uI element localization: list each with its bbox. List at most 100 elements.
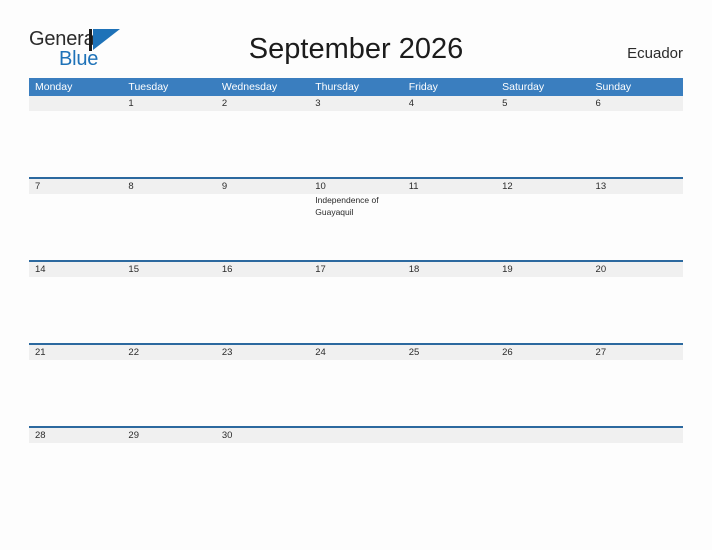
day-cell[interactable] [309,277,402,343]
day-number[interactable]: 16 [216,262,309,277]
day-cell[interactable] [29,360,122,426]
week-event-body [29,360,683,426]
day-number[interactable]: 20 [590,262,683,277]
day-cell[interactable] [122,194,215,260]
day-cell[interactable] [122,360,215,426]
week-date-band: 21 22 23 24 25 26 27 [29,343,683,360]
day-of-week-header: Thursday [315,81,360,93]
calendar-grid: Monday Tuesday Wednesday Thursday Friday Satu… [29,78,683,495]
day-number[interactable] [403,428,496,443]
day-cell[interactable] [496,111,589,177]
day-of-week-header: Monday [35,81,73,93]
week-event-body: Independence of Guayaquil [29,194,683,260]
day-number[interactable]: 7 [29,179,122,194]
week-event-body [29,277,683,343]
day-of-week-header: Tuesday [128,81,169,93]
day-cell[interactable] [216,443,309,495]
day-cell[interactable] [496,443,589,495]
day-cell[interactable]: Independence of Guayaquil [309,194,402,260]
day-of-week-header: Sunday [595,81,632,93]
day-cell[interactable] [29,443,122,495]
holiday-event: Independence of Guayaquil [315,195,379,217]
day-of-week-header: Wednesday [221,81,278,93]
calendar-week-row: 21 22 23 24 25 26 27 [29,343,683,426]
day-number[interactable]: 4 [403,96,496,111]
country-label: Ecuador [627,45,683,62]
day-cell[interactable] [590,443,683,495]
day-number[interactable] [29,96,122,111]
day-number[interactable]: 24 [309,345,402,360]
day-cell[interactable] [590,194,683,260]
day-number[interactable]: 15 [122,262,215,277]
day-cell[interactable] [29,277,122,343]
week-date-band: 7 8 9 10 11 12 13 [29,177,683,194]
calendar-week-row: 14 15 16 17 18 19 20 [29,260,683,343]
day-cell[interactable] [403,443,496,495]
day-cell[interactable] [122,277,215,343]
day-cell[interactable] [309,443,402,495]
day-number[interactable] [309,428,402,443]
day-cell[interactable] [590,111,683,177]
day-cell[interactable] [403,277,496,343]
day-number[interactable]: 21 [29,345,122,360]
day-cell[interactable] [496,277,589,343]
day-number[interactable]: 29 [122,428,215,443]
day-number[interactable]: 11 [403,179,496,194]
day-number[interactable]: 10 [309,179,402,194]
day-cell[interactable] [216,360,309,426]
day-number[interactable]: 8 [122,179,215,194]
day-number[interactable]: 1 [122,96,215,111]
day-cell[interactable] [403,360,496,426]
calendar-week-row: 123456 [29,96,683,177]
day-number[interactable]: 17 [309,262,402,277]
day-cell[interactable] [29,111,122,177]
calendar-page: General Blue September 2026 Ecuador Mond… [0,0,712,550]
day-number[interactable]: 26 [496,345,589,360]
day-cell[interactable] [403,194,496,260]
day-number[interactable]: 19 [496,262,589,277]
day-number[interactable]: 5 [496,96,589,111]
week-date-band: 14 15 16 17 18 19 20 [29,260,683,277]
day-number[interactable]: 14 [29,262,122,277]
day-number[interactable]: 25 [403,345,496,360]
day-cell[interactable] [29,194,122,260]
day-cell[interactable] [216,194,309,260]
day-cell[interactable] [590,360,683,426]
calendar-week-row: 28 29 30 [29,426,683,495]
day-cell[interactable] [122,111,215,177]
day-cell[interactable] [496,360,589,426]
day-number[interactable]: 3 [309,96,402,111]
day-number[interactable]: 13 [590,179,683,194]
week-date-band: 123456 [29,96,683,111]
day-cell[interactable] [496,194,589,260]
day-cell[interactable] [590,277,683,343]
day-number[interactable] [496,428,589,443]
day-cell[interactable] [122,443,215,495]
day-cell[interactable] [309,111,402,177]
day-cell[interactable] [309,360,402,426]
day-number[interactable]: 12 [496,179,589,194]
day-number[interactable]: 30 [216,428,309,443]
day-of-week-header: Friday [408,81,438,93]
day-number[interactable]: 9 [216,179,309,194]
calendar-weeks: 1 2 3 4 5 6 7 8 9 10 11 12 13 Independence of Guayaqu… [29,96,683,495]
day-number[interactable]: 6 [590,96,683,111]
day-number[interactable]: 23 [216,345,309,360]
week-date-band: 28 29 30 [29,426,683,443]
day-cell[interactable] [403,111,496,177]
calendar-week-row: 7 8 9 10 11 12 13 Independence of Guayaquil [29,177,683,260]
day-cell[interactable] [216,277,309,343]
day-of-week-header: Saturday [502,81,545,93]
day-number[interactable]: 22 [122,345,215,360]
day-of-week-header-row: Monday Tuesday Wednesday Thursday Friday Satu… [29,78,683,96]
page-header: General Blue September 2026 Ecuador [0,0,712,78]
week-event-body [29,443,683,495]
day-number[interactable] [590,428,683,443]
day-number[interactable]: 2 [216,96,309,111]
day-number[interactable]: 27 [590,345,683,360]
week-event-body [29,111,683,177]
day-cell[interactable] [216,111,309,177]
page-title: September 2026 [248,33,464,65]
day-number[interactable]: 28 [29,428,122,443]
day-number[interactable]: 18 [403,262,496,277]
